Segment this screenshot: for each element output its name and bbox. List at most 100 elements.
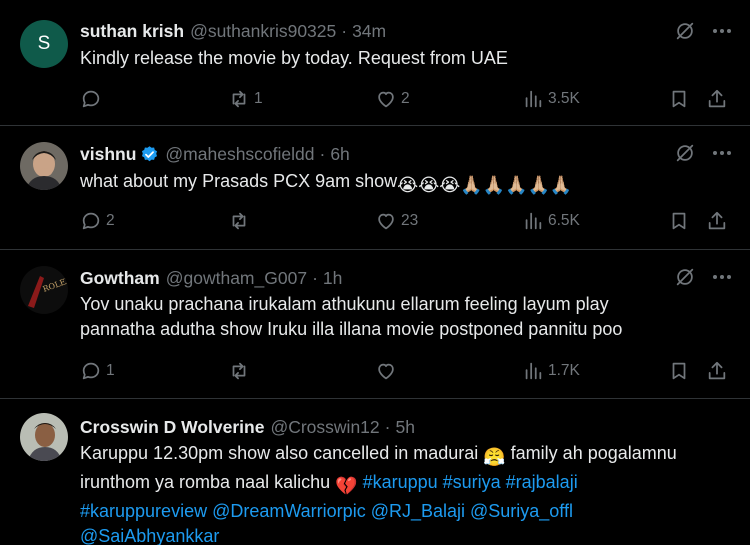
avatar[interactable] [20,413,68,461]
views-icon [525,362,542,380]
reply-button[interactable]: 2 [80,208,115,234]
bookmark-button[interactable] [668,208,690,234]
post-item[interactable]: ROLEX Gowtham @gowtham_G007 · 1h Yov una… [0,250,750,399]
more-options-icon[interactable] [712,150,732,156]
views-icon [525,212,542,230]
post-item[interactable]: vishnu @maheshscofieldd · 6h what about … [0,126,750,250]
avatar-photo: ROLEX [20,266,68,314]
display-name[interactable]: suthan krish [80,21,184,42]
post-item[interactable]: Crosswin D Wolverine @Crosswin12 · 5h Ka… [0,399,750,545]
like-button[interactable]: 23 [375,208,418,234]
like-button[interactable]: 2 [375,86,410,112]
reply-icon [82,90,100,108]
post-time[interactable]: 5h [395,417,414,438]
avatar[interactable]: S [20,20,68,68]
emoji: 😤 [483,447,506,467]
post-text-line: Yov unaku prachana irukalam athukunu ell… [80,294,609,314]
post-text: what about my Prasads PCX 9am show😭😭😭🙏🏼🙏… [80,169,726,198]
repost-button[interactable] [228,358,254,384]
display-name[interactable]: Crosswin D Wolverine [80,417,264,438]
avatar[interactable]: ROLEX [20,266,68,314]
post-header: Gowtham @gowtham_G007 · 1h [80,266,670,290]
share-button[interactable] [706,86,728,112]
text-segment: Karuppu 12.30pm show also cancelled in m… [80,443,484,463]
view-count: 3.5K [548,90,580,107]
separator-dot: · [341,20,348,41]
reply-count: 2 [106,212,115,229]
views-button[interactable]: 1.7K [522,358,580,384]
separator-dot: · [319,143,326,164]
bookmark-button[interactable] [668,358,690,384]
reply-feed: S suthan krish @suthankris90325 · 34m Ki… [0,0,750,545]
action-bar: 1 1.7K [80,358,730,384]
separator-dot: · [384,416,391,437]
reply-button[interactable]: 1 [80,358,115,384]
post-header: vishnu @maheshscofieldd · 6h [80,142,670,166]
bookmark-button[interactable] [668,86,690,112]
repost-icon [232,212,246,230]
user-handle[interactable]: @gowtham_G007 [166,268,307,289]
post-text: Karuppu 12.30pm show also cancelled in m… [80,441,726,545]
views-button[interactable]: 6.5K [522,208,580,234]
display-name[interactable]: Gowtham [80,268,160,289]
post-time[interactable]: 34m [352,21,386,42]
reply-icon [82,362,100,380]
post-text: Kindly release the movie by today. Reque… [80,48,508,68]
avatar-photo [20,142,68,190]
post-time[interactable]: 1h [323,268,342,289]
reply-button[interactable] [80,86,106,112]
share-icon [708,89,726,108]
mention-link[interactable]: @SaiAbhyankkar [80,524,726,545]
views-icon [525,90,542,108]
like-button[interactable] [375,358,401,384]
grok-icon[interactable] [674,20,696,42]
share-icon [708,211,726,230]
user-handle[interactable]: @suthankris90325 [190,21,336,42]
heart-icon [378,213,394,230]
text-segment: family ah pogalamnu [505,443,677,463]
action-bar: 2 23 6.5K [80,208,730,234]
post-top-icons [674,266,732,288]
grok-icon[interactable] [674,266,696,288]
post-top-icons [674,142,732,164]
like-count: 23 [401,212,419,229]
text-segment: irunthom ya romba naal kalichu [80,472,336,492]
action-bar: 1 2 3.5K [80,86,730,112]
post-text-body: what about my Prasads PCX 9am show [80,171,398,191]
post-header: suthan krish @suthankris90325 · 34m [80,19,670,43]
more-options-icon[interactable] [712,28,732,34]
view-count: 6.5K [548,212,580,229]
hashtag-links[interactable]: #karuppu #suriya #rajbalaji [358,472,578,492]
avatar-photo [20,413,68,461]
repost-button[interactable] [228,208,254,234]
separator-dot: · [312,267,318,288]
post-time[interactable]: 6h [330,144,349,165]
bookmark-icon [672,212,686,230]
post-text: Yov unaku prachana irukalam athukunu ell… [80,292,726,342]
repost-count: 1 [254,90,263,107]
share-button[interactable] [706,208,728,234]
post-header: Crosswin D Wolverine @Crosswin12 · 5h [80,415,670,439]
reply-count: 1 [106,362,115,379]
repost-button[interactable]: 1 [228,86,263,112]
post-item[interactable]: S suthan krish @suthankris90325 · 34m Ki… [0,0,750,126]
share-icon [708,361,726,380]
repost-icon [232,362,246,380]
display-name[interactable]: vishnu [80,144,136,165]
repost-icon [232,90,246,108]
bookmark-icon [672,362,686,380]
user-handle[interactable]: @Crosswin12 [270,417,379,438]
more-options-icon[interactable] [712,274,732,280]
user-handle[interactable]: @maheshscofieldd [165,144,314,165]
heart-icon [378,91,394,108]
share-button[interactable] [706,358,728,384]
view-count: 1.7K [548,362,580,379]
like-count: 2 [401,90,410,107]
views-button[interactable]: 3.5K [522,86,580,112]
avatar[interactable] [20,142,68,190]
hashtag-mention-links[interactable]: #karuppureview @DreamWarriorpic @RJ_Bala… [80,499,726,524]
verified-badge-icon[interactable] [140,145,159,164]
reply-icon [82,212,100,230]
avatar-letter: S [37,33,51,54]
grok-icon[interactable] [674,142,696,164]
